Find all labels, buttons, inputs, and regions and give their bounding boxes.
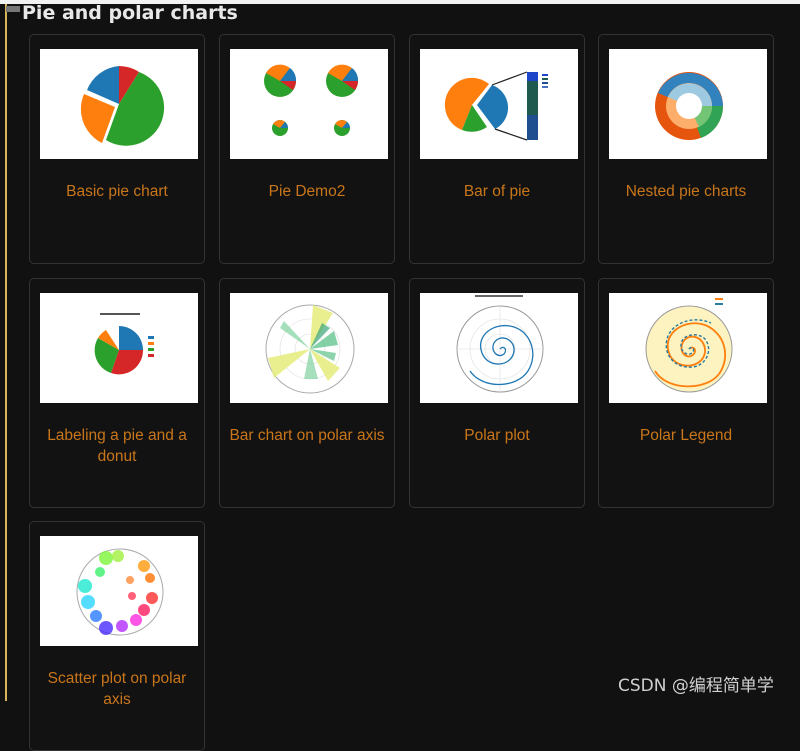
gallery-card-bar-of-pie[interactable]: Bar of pie — [409, 34, 585, 264]
gallery-card-pie-demo2[interactable]: Pie Demo2 — [219, 34, 395, 264]
gallery-card-nested-pie[interactable]: Nested pie charts — [598, 34, 774, 264]
thumbnail-polar-legend[interactable] — [609, 293, 767, 403]
bar-of-pie-thumbnail-graphic — [444, 71, 548, 141]
card-label[interactable]: Nested pie charts — [605, 181, 767, 202]
card-label[interactable]: Polar Legend — [605, 425, 767, 446]
left-accent-bar — [5, 4, 7, 701]
polar-bar-thumbnail-graphic — [265, 304, 355, 394]
labeling-pie-thumbnail-graphic — [94, 313, 154, 375]
gallery-card-polar-scatter[interactable]: Scatter plot on polar axis — [29, 521, 205, 751]
thumbnail-basic-pie[interactable] — [40, 49, 198, 159]
small-pie-3 — [272, 120, 288, 136]
thumbnail-nested-pie[interactable] — [609, 49, 767, 159]
card-label[interactable]: Labeling a pie and a donut — [36, 425, 198, 467]
watermark: CSDN @编程简单学 — [618, 676, 774, 696]
section-title: Pie and polar charts — [22, 2, 238, 24]
gallery-card-polar-plot[interactable]: Polar plot — [409, 278, 585, 508]
thumbnail-pie-demo2[interactable] — [230, 49, 388, 159]
card-label[interactable]: Basic pie chart — [36, 181, 198, 202]
thumbnail-polar-plot[interactable] — [420, 293, 578, 403]
small-pie-4 — [334, 120, 350, 136]
thumbnail-polar-bar[interactable] — [230, 293, 388, 403]
thumbnail-bar-of-pie[interactable] — [420, 49, 578, 159]
gallery-card-polar-bar[interactable]: Bar chart on polar axis — [219, 278, 395, 508]
pie-demo2-thumbnail-graphic — [264, 64, 359, 136]
card-label[interactable]: Bar of pie — [416, 181, 578, 202]
small-pie-2 — [326, 64, 359, 97]
anchor-icon — [6, 6, 20, 12]
nested-pie-thumbnail-graphic — [655, 72, 724, 140]
card-label[interactable]: Bar chart on polar axis — [226, 425, 388, 446]
polar-legend-thumbnail-graphic — [645, 298, 733, 393]
card-label[interactable]: Scatter plot on polar axis — [36, 668, 198, 710]
polar-scatter-thumbnail-graphic — [76, 548, 164, 636]
gallery-card-labeling-pie[interactable]: Labeling a pie and a donut — [29, 278, 205, 508]
card-label[interactable]: Polar plot — [416, 425, 578, 446]
gallery-card-polar-legend[interactable]: Polar Legend — [598, 278, 774, 508]
thumbnail-polar-scatter[interactable] — [40, 536, 198, 646]
small-pie-1 — [264, 64, 297, 97]
gallery-card-basic-pie[interactable]: Basic pie chart — [29, 34, 205, 264]
card-label[interactable]: Pie Demo2 — [226, 181, 388, 202]
polar-plot-thumbnail-graphic — [456, 295, 544, 393]
basic-pie-thumbnail-graphic — [80, 66, 165, 146]
thumbnail-labeling-pie[interactable] — [40, 293, 198, 403]
